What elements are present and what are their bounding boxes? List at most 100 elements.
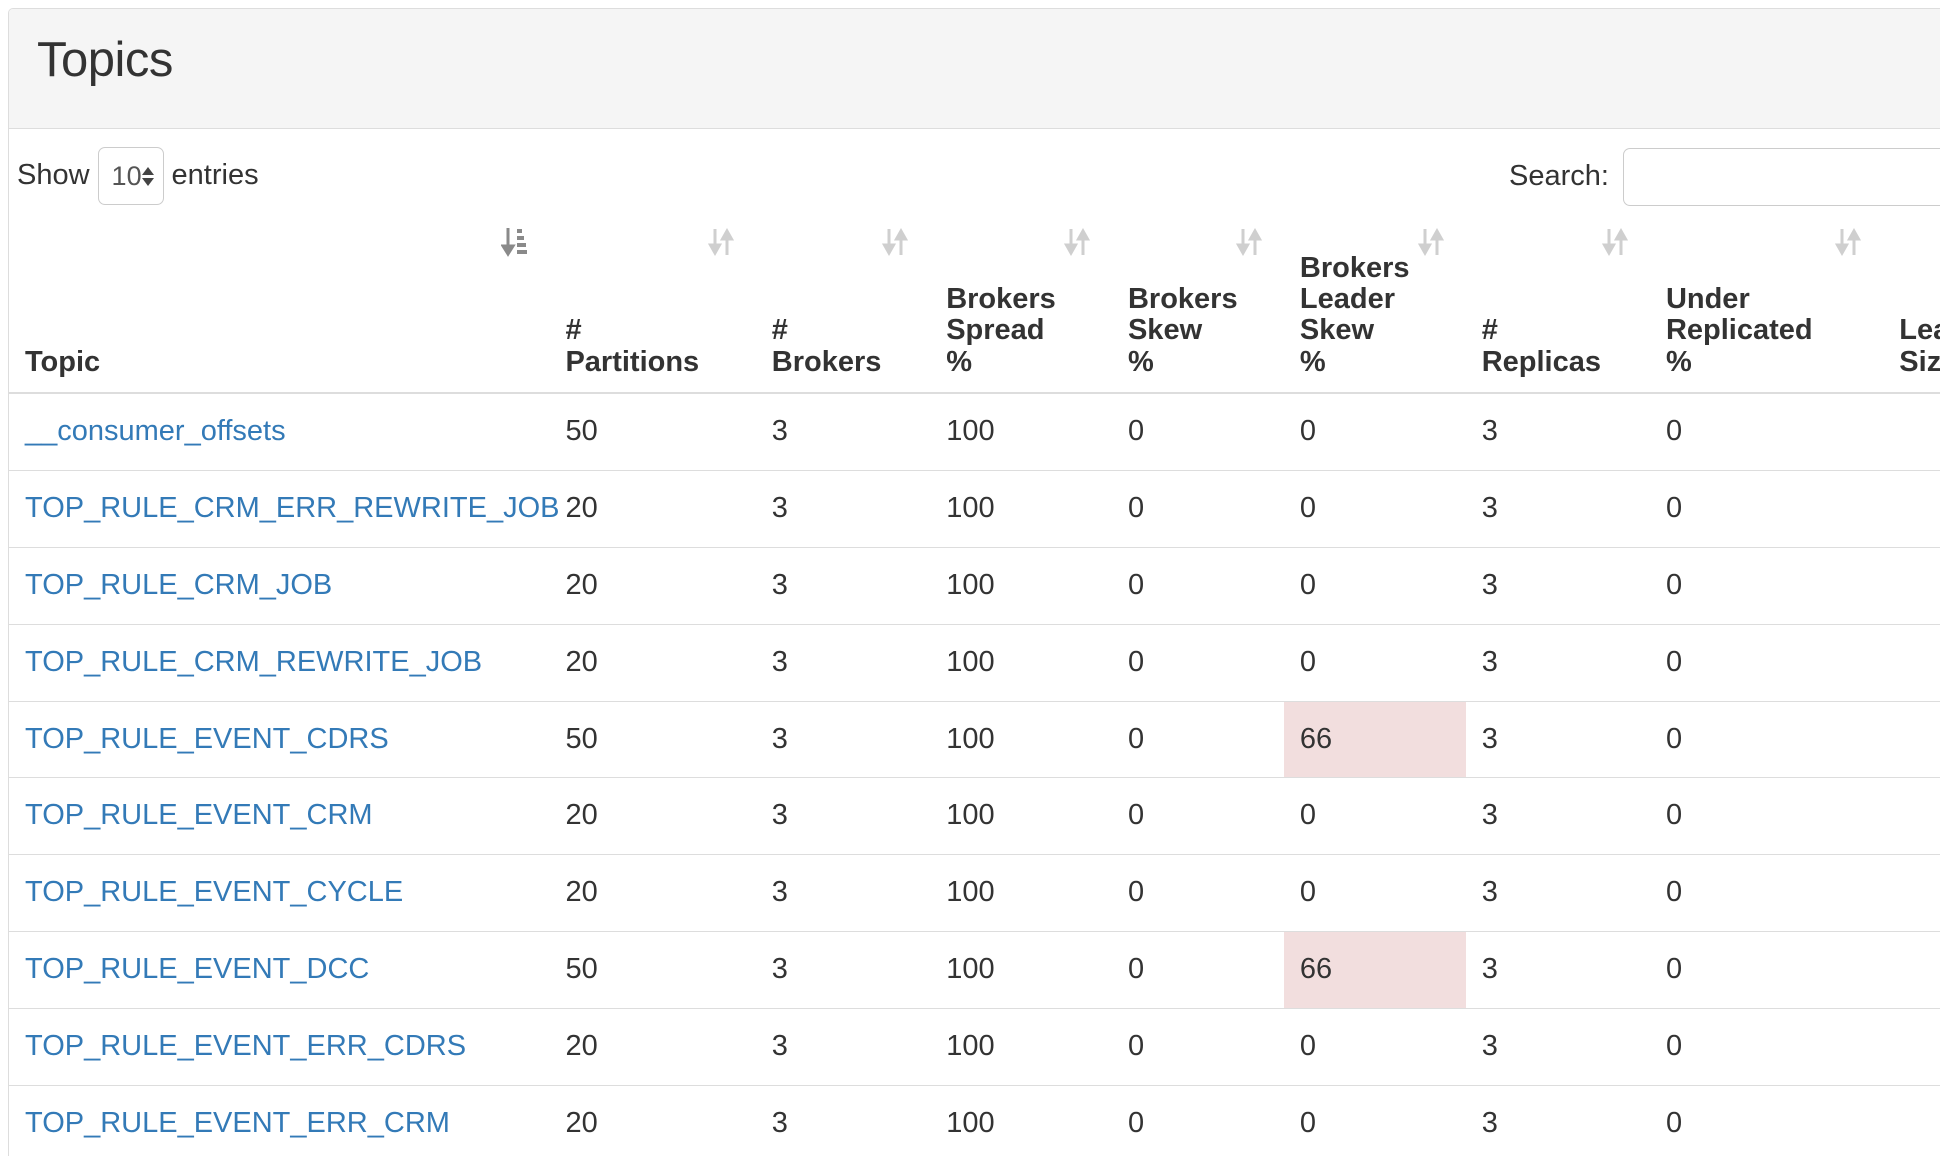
cell-brokers-leader-skew-value: 66 bbox=[1300, 953, 1332, 985]
column-label-brokers-skew-line1: Brokers bbox=[1128, 284, 1268, 315]
cell-under-replicated-value: 0 bbox=[1666, 1030, 1682, 1062]
cell-topic-value[interactable]: TOP_RULE_EVENT_CYCLE bbox=[25, 876, 403, 908]
cell-topic-value[interactable]: TOP_RULE_CRM_JOB bbox=[25, 569, 332, 601]
column-label-brokers-skew-line2: Skew bbox=[1128, 315, 1268, 346]
table-row: TOP_RULE_CRM_REWRITE_JOB2031000030 bbox=[9, 624, 1940, 701]
cell-topic[interactable]: TOP_RULE_EVENT_ERR_CDRS bbox=[9, 1009, 549, 1086]
column-label-brokers-line2: Brokers bbox=[772, 347, 914, 378]
table-header-row: Topic # Partitions bbox=[9, 207, 1940, 393]
cell-brokers-value: 3 bbox=[772, 876, 788, 908]
column-label-replicas-line1: # bbox=[1482, 315, 1634, 346]
column-header-topic[interactable]: Topic bbox=[9, 207, 549, 393]
column-header-brokers-leader-skew[interactable]: Brokers Leader Skew % bbox=[1284, 207, 1466, 393]
sort-both-icon[interactable] bbox=[1835, 225, 1861, 259]
cell-brokers-skew: 0 bbox=[1112, 701, 1284, 778]
cell-brokers-value: 3 bbox=[772, 799, 788, 831]
cell-partitions: 20 bbox=[549, 1086, 755, 1156]
table-row: TOP_RULE_CRM_JOB2031000030 bbox=[9, 547, 1940, 624]
column-header-under-replicated[interactable]: Under Replicated % bbox=[1650, 207, 1883, 393]
cell-topic[interactable]: TOP_RULE_EVENT_CDRS bbox=[9, 701, 549, 778]
cell-topic[interactable]: TOP_RULE_EVENT_DCC bbox=[9, 932, 549, 1009]
cell-topic-value[interactable]: TOP_RULE_CRM_ERR_REWRITE_JOB bbox=[25, 492, 559, 524]
cell-replicas-value: 3 bbox=[1482, 492, 1498, 524]
cell-partitions-value: 50 bbox=[565, 723, 597, 755]
page-length-value: 10 bbox=[112, 161, 142, 191]
cell-brokers-skew: 0 bbox=[1112, 547, 1284, 624]
cell-topic[interactable]: TOP_RULE_CRM_REWRITE_JOB bbox=[9, 624, 549, 701]
cell-partitions: 20 bbox=[549, 855, 755, 932]
column-label-brokers-spread-line3: % bbox=[946, 347, 1096, 378]
entries-label: entries bbox=[172, 159, 259, 191]
column-header-replicas[interactable]: # Replicas bbox=[1466, 207, 1650, 393]
cell-leader-size bbox=[1883, 1009, 1940, 1086]
table-row: TOP_RULE_EVENT_CDRS50310006630 bbox=[9, 701, 1940, 778]
cell-brokers: 3 bbox=[756, 624, 930, 701]
column-header-brokers-skew[interactable]: Brokers Skew % bbox=[1112, 207, 1284, 393]
cell-partitions-value: 20 bbox=[565, 876, 597, 908]
search-input[interactable] bbox=[1623, 148, 1940, 206]
cell-topic-value[interactable]: TOP_RULE_CRM_REWRITE_JOB bbox=[25, 646, 482, 678]
cell-partitions-value: 20 bbox=[565, 646, 597, 678]
cell-brokers-leader-skew: 66 bbox=[1284, 932, 1466, 1009]
column-header-brokers[interactable]: # Brokers bbox=[756, 207, 930, 393]
cell-brokers: 3 bbox=[756, 1086, 930, 1156]
cell-topic-value[interactable]: TOP_RULE_EVENT_DCC bbox=[25, 953, 369, 985]
cell-under-replicated-value: 0 bbox=[1666, 1107, 1682, 1139]
cell-topic[interactable]: TOP_RULE_EVENT_CRM bbox=[9, 778, 549, 855]
cell-brokers-spread-value: 100 bbox=[946, 953, 994, 985]
cell-brokers-leader-skew: 0 bbox=[1284, 470, 1466, 547]
sort-both-icon[interactable] bbox=[882, 225, 908, 259]
page-length-control: Show10entries bbox=[17, 147, 259, 205]
cell-brokers-leader-skew: 0 bbox=[1284, 778, 1466, 855]
sort-both-icon[interactable] bbox=[1064, 225, 1090, 259]
search-label: Search: bbox=[1509, 160, 1609, 192]
cell-topic-value[interactable]: TOP_RULE_EVENT_CRM bbox=[25, 799, 373, 831]
cell-replicas: 3 bbox=[1466, 701, 1650, 778]
sort-both-icon[interactable] bbox=[708, 225, 734, 259]
cell-brokers-skew: 0 bbox=[1112, 855, 1284, 932]
sort-both-icon[interactable] bbox=[1602, 225, 1628, 259]
column-label-brokers-spread-line2: Spread bbox=[946, 315, 1096, 346]
column-header-brokers-spread[interactable]: Brokers Spread % bbox=[930, 207, 1112, 393]
cell-partitions: 50 bbox=[549, 932, 755, 1009]
column-header-leader-size[interactable]: Leader Size bbox=[1883, 207, 1940, 393]
cell-topic[interactable]: TOP_RULE_CRM_JOB bbox=[9, 547, 549, 624]
cell-brokers-spread-value: 100 bbox=[946, 646, 994, 678]
sort-desc-active-icon[interactable] bbox=[501, 225, 527, 259]
table-row: TOP_RULE_EVENT_CYCLE2031000030 bbox=[9, 855, 1940, 932]
cell-under-replicated-value: 0 bbox=[1666, 723, 1682, 755]
table-row: TOP_RULE_EVENT_ERR_CDRS2031000030 bbox=[9, 1009, 1940, 1086]
sort-both-icon[interactable] bbox=[1236, 225, 1262, 259]
cell-brokers-skew: 0 bbox=[1112, 1009, 1284, 1086]
cell-brokers-leader-skew: 0 bbox=[1284, 547, 1466, 624]
cell-brokers-spread-value: 100 bbox=[946, 415, 994, 447]
cell-topic[interactable]: TOP_RULE_EVENT_ERR_CRM bbox=[9, 1086, 549, 1156]
cell-under-replicated-value: 0 bbox=[1666, 415, 1682, 447]
column-label-brokers-line1: # bbox=[772, 315, 914, 346]
cell-under-replicated: 0 bbox=[1650, 393, 1883, 470]
cell-topic[interactable]: TOP_RULE_CRM_ERR_REWRITE_JOB bbox=[9, 470, 549, 547]
column-label-brokers-skew-line3: % bbox=[1128, 347, 1268, 378]
cell-brokers-spread: 100 bbox=[930, 778, 1112, 855]
cell-brokers-spread: 100 bbox=[930, 547, 1112, 624]
cell-topic-value[interactable]: TOP_RULE_EVENT_ERR_CDRS bbox=[25, 1030, 466, 1062]
sort-both-icon[interactable] bbox=[1418, 225, 1444, 259]
cell-under-replicated-value: 0 bbox=[1666, 569, 1682, 601]
column-label-under-replicated-line1: Under bbox=[1666, 284, 1867, 315]
cell-replicas: 3 bbox=[1466, 1009, 1650, 1086]
page-length-select[interactable]: 10 bbox=[98, 147, 164, 205]
cell-brokers-skew-value: 0 bbox=[1128, 799, 1144, 831]
cell-topic[interactable]: __consumer_offsets bbox=[9, 393, 549, 470]
cell-replicas-value: 3 bbox=[1482, 799, 1498, 831]
cell-topic[interactable]: TOP_RULE_EVENT_CYCLE bbox=[9, 855, 549, 932]
cell-under-replicated-value: 0 bbox=[1666, 799, 1682, 831]
cell-partitions-value: 20 bbox=[565, 1107, 597, 1139]
cell-topic-value[interactable]: TOP_RULE_EVENT_ERR_CRM bbox=[25, 1107, 450, 1139]
column-header-partitions[interactable]: # Partitions bbox=[549, 207, 755, 393]
cell-partitions-value: 50 bbox=[565, 415, 597, 447]
table-row: __consumer_offsets5031000030 bbox=[9, 393, 1940, 470]
cell-topic-value[interactable]: TOP_RULE_EVENT_CDRS bbox=[25, 723, 389, 755]
cell-under-replicated: 0 bbox=[1650, 932, 1883, 1009]
panel-body: Show10entries Search: bbox=[9, 129, 1940, 1156]
cell-topic-value[interactable]: __consumer_offsets bbox=[25, 415, 286, 447]
